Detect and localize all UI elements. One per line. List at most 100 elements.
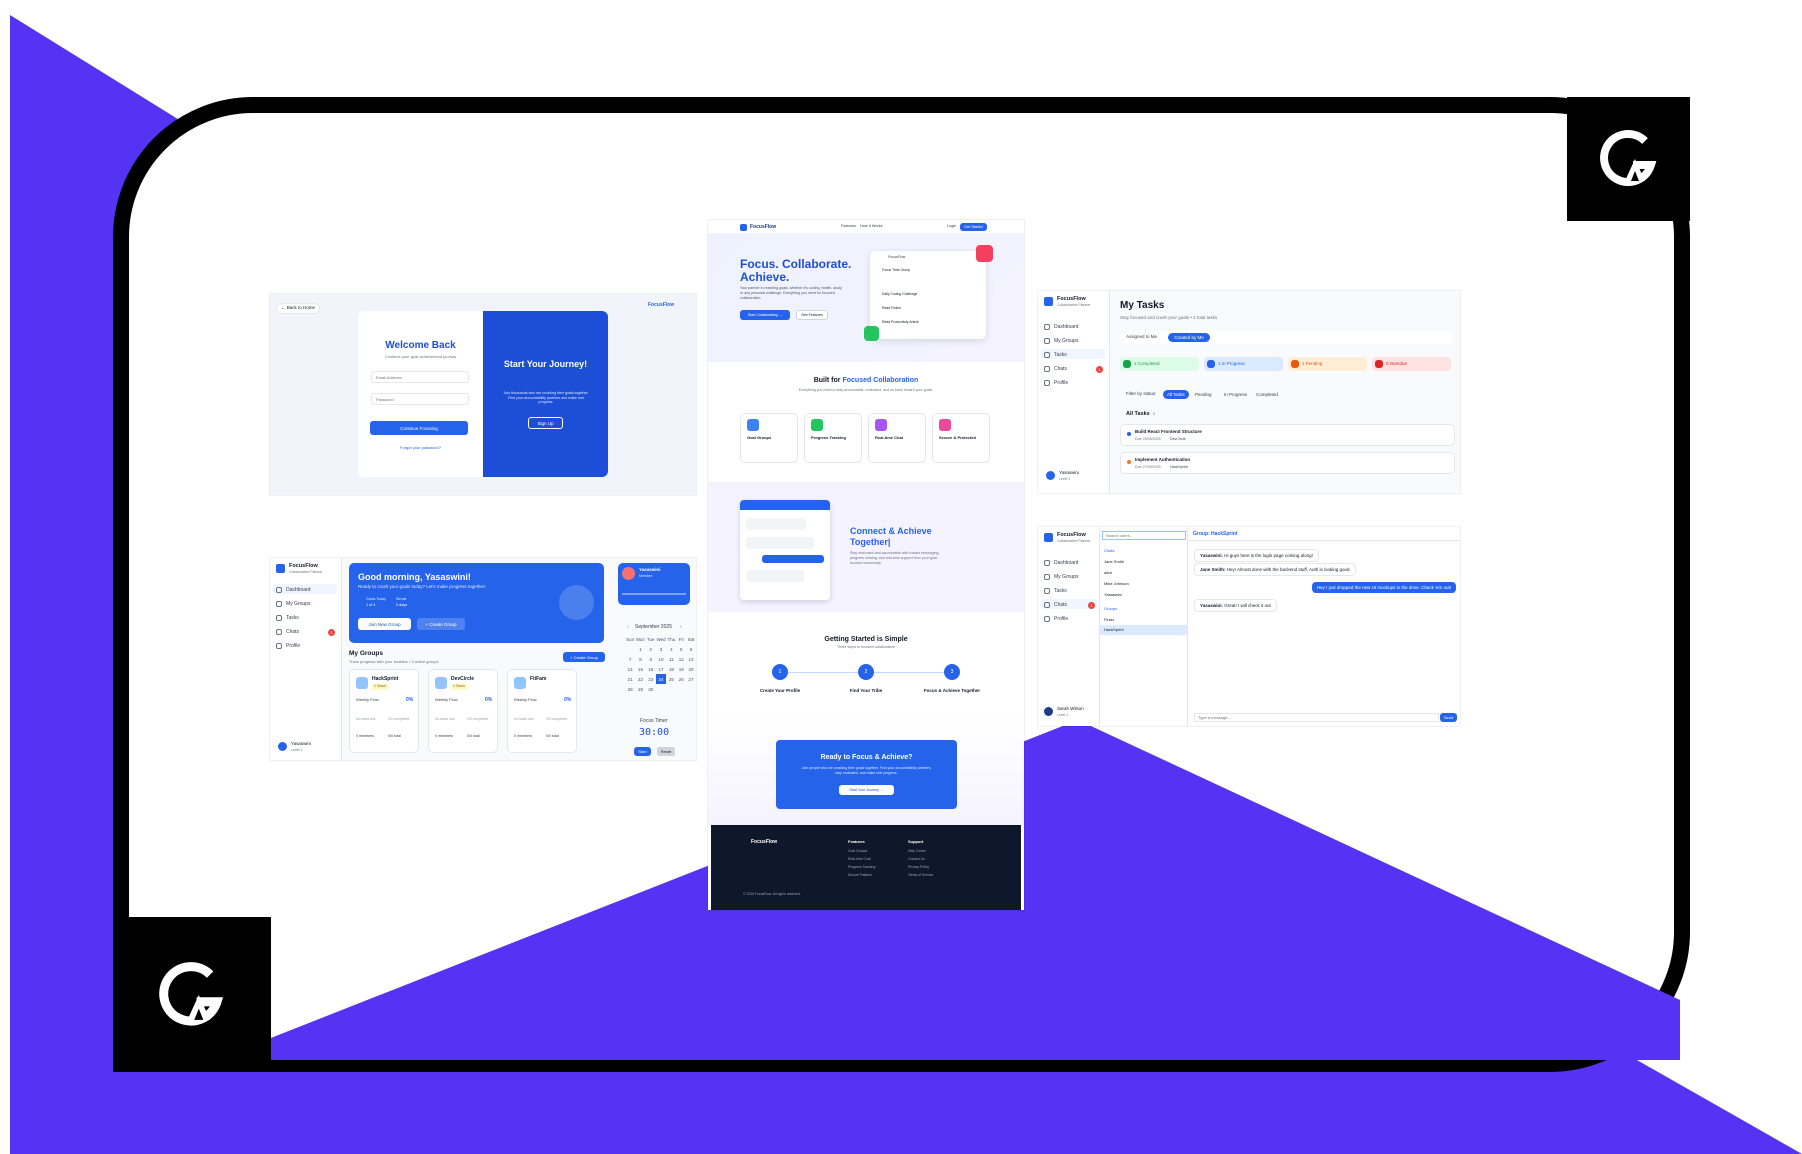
calendar-day[interactable]: 21 <box>625 674 635 684</box>
calendar-day[interactable]: 22 <box>635 674 645 684</box>
search-input[interactable] <box>1102 531 1186 540</box>
filter-0[interactable]: All Tasks <box>1163 390 1189 399</box>
footer-link[interactable]: Terms of Service <box>908 873 933 877</box>
footer-link[interactable]: Privacy Policy <box>908 865 929 869</box>
nav-tasks[interactable]: Tasks <box>1044 352 1067 358</box>
calendar-day[interactable]: 28 <box>625 684 635 694</box>
group-card[interactable]: HackSprint 1 Stack Weekly Flow 0% No tasks d… <box>349 669 419 753</box>
group-card[interactable]: DevCircle 1 Stack Weekly Flow 0% No tasks du… <box>428 669 498 753</box>
send-button[interactable]: Send <box>1440 713 1457 722</box>
calendar-day[interactable]: 15 <box>635 664 645 674</box>
calendar-day[interactable]: 14 <box>625 664 635 674</box>
nav-profile[interactable]: Profile <box>1044 380 1068 386</box>
feature-card: Secure & Protected <box>932 413 990 463</box>
calendar-day[interactable]: 7 <box>625 654 635 664</box>
footer-link[interactable]: Real-time Chat <box>848 857 871 861</box>
calendar-day[interactable] <box>666 684 676 694</box>
nav-groups[interactable]: My Groups <box>276 601 310 607</box>
forgot-password-link[interactable]: Forgot your password? <box>358 446 483 450</box>
nav-dashboard[interactable]: Dashboard <box>1044 324 1078 330</box>
chat-user-item[interactable]: Jane Smith <box>1104 560 1124 564</box>
nav-chats[interactable]: Chats <box>1044 366 1067 372</box>
start-collaborating-button[interactable]: Start Collaborating → <box>740 310 790 320</box>
calendar-day[interactable]: 30 <box>646 684 656 694</box>
nav-profile[interactable]: Profile <box>1044 616 1068 622</box>
nav-chats[interactable]: Chats <box>1044 602 1067 608</box>
chat-user-item[interactable]: Yasaswini <box>1104 593 1122 597</box>
footer-link[interactable]: Contact Us <box>908 857 925 861</box>
nav-chats[interactable]: Chats <box>276 629 299 635</box>
see-features-button[interactable]: See Features <box>796 310 828 320</box>
chat-user-item[interactable]: alice <box>1104 571 1112 575</box>
email-field[interactable] <box>371 371 469 383</box>
get-started-button[interactable]: Get Started <box>960 223 987 231</box>
calendar-day[interactable] <box>676 684 686 694</box>
calendar-day[interactable]: 27 <box>686 674 696 684</box>
create-group-button[interactable]: + Create Group <box>417 618 465 630</box>
start-journey-button[interactable]: Start Your Journey → <box>839 785 894 795</box>
calendar-day[interactable]: 6 <box>686 644 696 654</box>
calendar-day[interactable]: 20 <box>686 664 696 674</box>
password-field[interactable] <box>371 393 469 405</box>
filter-2[interactable]: In Progress <box>1220 390 1251 399</box>
login-link[interactable]: Login <box>947 224 956 229</box>
nav-tasks[interactable]: Tasks <box>276 615 299 621</box>
calendar-day[interactable]: 24 <box>655 674 667 684</box>
calendar-day[interactable]: 11 <box>666 654 676 664</box>
nav-dashboard[interactable]: Dashboard <box>276 587 310 593</box>
nav-profile[interactable]: Profile <box>276 643 300 649</box>
back-home-link[interactable]: ← Back to Home <box>276 303 321 314</box>
calendar-grid[interactable]: Sun Mon Tue Wed Thu Fri Sat 1 2 3 4 5 6 7 8 9 10 11 12 13 14… <box>625 634 696 694</box>
join-group-button[interactable]: Join New Group <box>358 618 411 630</box>
calendar-day[interactable] <box>656 684 667 694</box>
calendar-day[interactable]: 13 <box>686 654 696 664</box>
footer-link[interactable]: Progress Tracking <box>848 865 875 869</box>
calendar-day[interactable]: 19 <box>676 664 686 674</box>
nav-dashboard[interactable]: Dashboard <box>1044 560 1078 566</box>
next-month-icon[interactable]: › <box>680 625 682 630</box>
nav-groups[interactable]: My Groups <box>1044 574 1078 580</box>
calendar-day[interactable]: 29 <box>635 684 645 694</box>
calendar-day[interactable]: 2 <box>646 644 656 654</box>
footer-link[interactable]: Help Center <box>908 849 926 853</box>
filter-1[interactable]: Pending <box>1191 390 1216 399</box>
calendar-day[interactable]: 23 <box>646 674 656 684</box>
calendar-day[interactable]: 4 <box>666 644 676 654</box>
task-item[interactable]: Build React Frontend Structure Due 25/09/… <box>1120 424 1455 446</box>
reset-button[interactable]: Reset <box>657 747 675 756</box>
calendar-day[interactable]: 26 <box>676 674 686 684</box>
chat-user-item[interactable]: Mike Johnson <box>1104 582 1129 586</box>
calendar-day[interactable]: 1 <box>635 644 645 654</box>
create-group-button[interactable]: + Create Group <box>563 652 605 662</box>
calendar-day[interactable]: 9 <box>646 654 656 664</box>
calendar-day[interactable]: 10 <box>656 654 667 664</box>
task-item[interactable]: Implement Authentication Due 27/09/2025 Ha… <box>1120 452 1455 474</box>
calendar-day[interactable]: 17 <box>656 664 667 674</box>
calendar-day[interactable]: 25 <box>666 674 676 684</box>
calendar-day[interactable] <box>686 684 696 694</box>
calendar-day[interactable]: 3 <box>656 644 667 654</box>
calendar-day[interactable]: 18 <box>666 664 676 674</box>
prev-month-icon[interactable]: ‹ <box>627 625 629 630</box>
calendar-day[interactable] <box>625 644 635 654</box>
chat-group-item[interactable]: HackSprint <box>1104 628 1124 632</box>
message-input[interactable] <box>1194 713 1439 722</box>
group-card[interactable]: FitFam Weekly Flow 0% No tasks due 0/0 compl… <box>507 669 577 753</box>
filter-3[interactable]: Completed <box>1252 390 1282 399</box>
calendar-day[interactable]: 16 <box>646 664 656 674</box>
calendar-day[interactable]: 8 <box>635 654 645 664</box>
nav-groups[interactable]: My Groups <box>1044 338 1078 344</box>
tab-created[interactable]: Created by Me <box>1168 333 1210 342</box>
chat-group-item[interactable]: Fluter <box>1104 618 1114 622</box>
calendar-day[interactable]: 5 <box>676 644 686 654</box>
start-button[interactable]: Start <box>634 747 651 756</box>
signup-button[interactable]: Sign Up <box>528 417 563 429</box>
nav-how-it-works[interactable]: How It Works <box>860 224 883 229</box>
continue-button[interactable]: Continue Focusing <box>370 421 468 435</box>
nav-features[interactable]: Features <box>841 224 856 229</box>
tab-assigned[interactable]: Assigned to Me <box>1126 334 1157 340</box>
footer-link[interactable]: Goal Groups <box>848 849 867 853</box>
nav-tasks[interactable]: Tasks <box>1044 588 1067 594</box>
footer-link[interactable]: Secure Platform <box>848 873 872 877</box>
calendar-day[interactable]: 12 <box>676 654 686 664</box>
